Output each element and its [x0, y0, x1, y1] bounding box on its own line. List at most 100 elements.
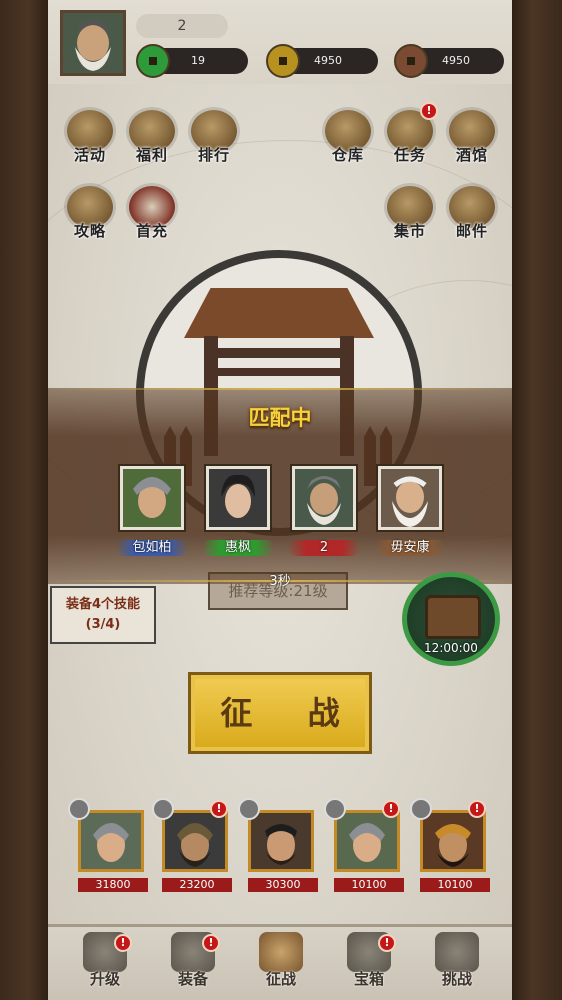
- hero-alert-badge: !: [382, 800, 400, 818]
- hero-skill-icon: [68, 798, 90, 820]
- nav-equipment[interactable]: 装备 !: [158, 930, 228, 996]
- hero-skill-icon: [152, 798, 174, 820]
- nav-upgrade-label: 升级: [89, 970, 120, 988]
- hero-portrait: [334, 810, 400, 872]
- match-player-4: 毋安康: [364, 464, 456, 556]
- gate-beam: [204, 348, 354, 358]
- jade-coin-icon: [136, 44, 170, 78]
- gate-roof: [184, 288, 374, 338]
- nav-challenge[interactable]: 挑战: [422, 930, 492, 996]
- hero-slot-2[interactable]: ! 23200: [152, 798, 232, 894]
- hero-slot-5[interactable]: ! 10100: [410, 798, 490, 894]
- menu-first-charge[interactable]: 首充: [124, 186, 180, 250]
- menu-strategy-label: 攻略: [73, 222, 106, 240]
- hero-alert-badge: !: [210, 800, 228, 818]
- hero-power: 23200: [162, 878, 232, 892]
- player-portrait: [290, 464, 358, 532]
- treasure-chest-icon: [425, 595, 481, 639]
- conquer-label: 征 战: [220, 694, 362, 732]
- challenge-banner-icon: [435, 932, 479, 972]
- menu-market[interactable]: 集市: [382, 186, 438, 250]
- menu-tavern-label: 酒馆: [455, 146, 488, 164]
- player-portrait: [118, 464, 186, 532]
- match-player-3: 2: [278, 464, 370, 556]
- game-screen: 2 19 4950 4950 活动 福利 排行 仓库 任务 ! 酒馆 攻略 首充: [48, 0, 512, 1000]
- matching-title: 匹配中: [248, 406, 312, 430]
- match-player-1: 包如柏: [106, 464, 198, 556]
- player-name: 包如柏: [132, 540, 172, 555]
- nav-upgrade[interactable]: 升级 !: [70, 930, 140, 996]
- menu-event-label: 活动: [73, 146, 106, 164]
- left-border: [0, 0, 48, 1000]
- player-portrait: [204, 464, 272, 532]
- hero-power: 10100: [420, 878, 490, 892]
- player-name: 毋安康: [390, 540, 430, 555]
- nav-challenge-label: 挑战: [441, 970, 472, 988]
- nav-alert-badge: !: [114, 934, 132, 952]
- hero-skill-icon: [410, 798, 432, 820]
- nav-equipment-label: 装备: [177, 970, 208, 988]
- player-name-tag: 包如柏: [116, 540, 188, 556]
- hero-slot-4[interactable]: ! 10100: [324, 798, 404, 894]
- nav-treasure[interactable]: 宝箱 !: [334, 930, 404, 996]
- menu-tavern[interactable]: 酒馆: [444, 110, 500, 174]
- menu-strategy[interactable]: 攻略: [62, 186, 118, 250]
- skills-quest-text: 装备4个技能: [65, 597, 141, 612]
- player-avatar[interactable]: [60, 10, 126, 76]
- hero-portrait: [420, 810, 486, 872]
- hero-power: 31800: [78, 878, 148, 892]
- menu-ranking-label: 排行: [197, 146, 230, 164]
- hero-power: 10100: [334, 878, 404, 892]
- menu-welfare[interactable]: 福利: [124, 110, 180, 174]
- gate-beam: [204, 368, 354, 376]
- menu-mail[interactable]: 邮件: [444, 186, 500, 250]
- hero-power: 30300: [248, 878, 318, 892]
- top-bar: 2 19 4950 4950: [48, 0, 512, 84]
- hero-alert-badge: !: [468, 800, 486, 818]
- menu-mail-label: 邮件: [455, 222, 488, 240]
- hero-portrait: [162, 810, 228, 872]
- gold-amount: 4950: [314, 54, 342, 67]
- nav-alert-badge: !: [202, 934, 220, 952]
- task-alert-badge: !: [420, 102, 438, 120]
- copper-coin-icon: [394, 44, 428, 78]
- hero-slot-3[interactable]: 30300: [238, 798, 318, 894]
- chest-countdown: 12:00:00: [424, 641, 478, 655]
- hero-skill-icon: [324, 798, 346, 820]
- player-name-tag: 毋安康: [374, 540, 446, 556]
- gold-coin-icon: [266, 44, 300, 78]
- nav-conquer[interactable]: 征战: [246, 930, 316, 996]
- match-player-2: 惠枫: [192, 464, 284, 556]
- player-portrait: [376, 464, 444, 532]
- equip-skills-quest[interactable]: 装备4个技能 (3/4): [50, 586, 156, 644]
- menu-event[interactable]: 活动: [62, 110, 118, 174]
- menu-tasks-label: 任务: [393, 146, 426, 164]
- player-name-tag: 2: [288, 540, 360, 556]
- nav-alert-badge: !: [378, 934, 396, 952]
- hero-slot-1[interactable]: 31800: [68, 798, 148, 894]
- menu-tasks[interactable]: 任务 !: [382, 102, 438, 174]
- nav-treasure-label: 宝箱: [353, 970, 384, 988]
- hero-portrait: [78, 810, 144, 872]
- copper-amount: 4950: [442, 54, 470, 67]
- crossed-swords-icon: [259, 932, 303, 972]
- timed-chest[interactable]: 12:00:00: [402, 572, 500, 666]
- menu-welfare-label: 福利: [135, 146, 168, 164]
- menu-warehouse[interactable]: 仓库: [320, 110, 376, 174]
- right-border: [512, 0, 562, 1000]
- hero-skill-icon: [238, 798, 260, 820]
- conquer-button[interactable]: 征 战: [188, 672, 372, 754]
- player-name-tag: 惠枫: [202, 540, 274, 556]
- jade-amount: 19: [191, 54, 205, 67]
- menu-ranking[interactable]: 排行: [186, 110, 242, 174]
- skills-quest-progress: (3/4): [85, 617, 121, 632]
- player-name: 惠枫: [224, 540, 251, 555]
- overlay-top-rule: [48, 388, 512, 390]
- player-level: 2: [136, 14, 228, 38]
- hero-portrait: [248, 810, 314, 872]
- menu-warehouse-label: 仓库: [331, 146, 364, 164]
- player-name: 2: [319, 540, 329, 555]
- menu-market-label: 集市: [393, 222, 426, 240]
- menu-first-charge-label: 首充: [135, 222, 168, 240]
- nav-conquer-label: 征战: [265, 970, 296, 988]
